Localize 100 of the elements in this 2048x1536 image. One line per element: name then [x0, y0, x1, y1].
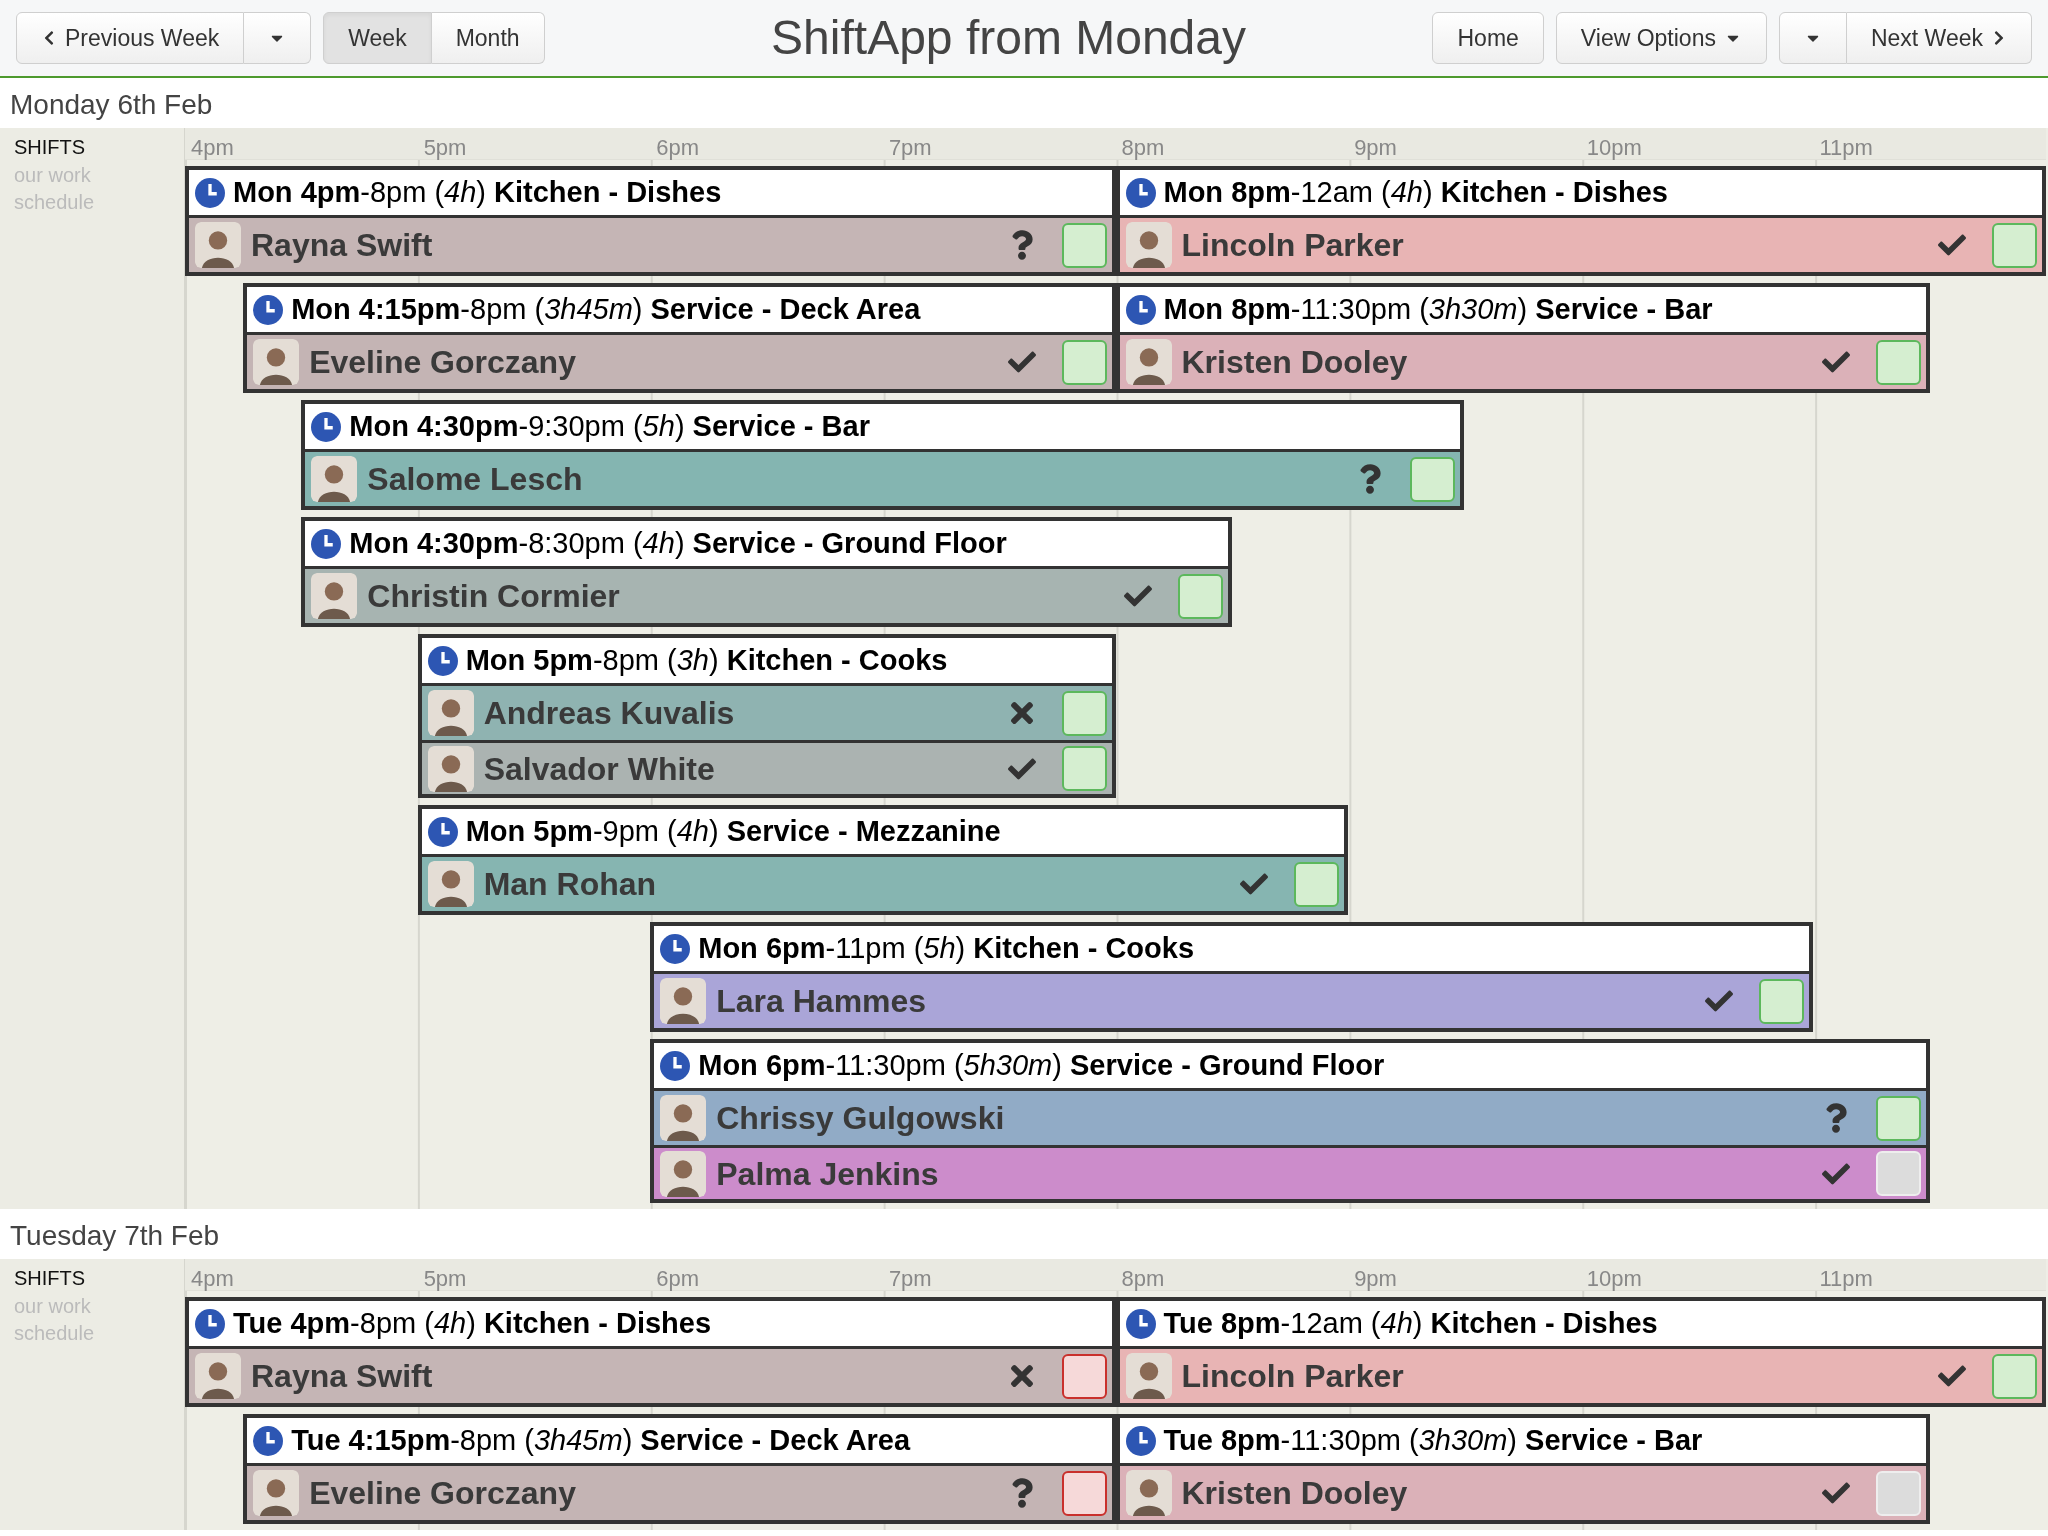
avatar-icon [311, 573, 358, 619]
person-name: Lara Hammes [716, 982, 928, 1021]
confirm-checkbox[interactable] [1177, 573, 1223, 619]
clock-icon [660, 933, 691, 964]
dropdown-button[interactable] [1778, 12, 1847, 64]
hour-label: 6pm [655, 1265, 701, 1293]
hour-label: 7pm [887, 134, 933, 162]
person-row[interactable]: Rayna Swift [189, 218, 1112, 272]
section-label: SHIFTS [14, 1266, 87, 1291]
person-row[interactable]: Christin Cormier [305, 569, 1228, 623]
person-row[interactable]: Palma Jenkins [654, 1145, 1926, 1199]
shift-card[interactable]: Tue 4pm-8pm (4h) Kitchen - Dishes Rayna Swift [185, 1297, 1116, 1407]
shift-card[interactable]: Mon 5pm-8pm (3h) Kitchen - Cooks Andreas Kuvalis Salvador White [417, 634, 1116, 798]
shift-card[interactable]: Mon 4:30pm-8:30pm (4h) Service - Ground Floor Christin Cormier [301, 517, 1232, 627]
shift-heading: Mon 8pm-11:30pm (3h30m) Service - Bar [1163, 291, 1713, 327]
shift-heading: Mon 8pm-12am (4h) Kitchen - Dishes [1163, 174, 1668, 210]
clock-icon [253, 1425, 284, 1456]
person-name: Eveline Gorczany [309, 1474, 577, 1513]
shift-card[interactable]: Tue 4:15pm-8pm (3h45m) Service - Deck Area Eveline Gorczany [243, 1414, 1116, 1524]
person-name: Kristen Dooley [1181, 1474, 1409, 1513]
view-tab[interactable]: Week [323, 12, 432, 64]
avatar-icon [1125, 1470, 1172, 1516]
confirm-checkbox[interactable] [1061, 339, 1107, 385]
confirm-checkbox[interactable] [1992, 1353, 2037, 1399]
shift-heading: Mon 5pm-9pm (4h) Service - Mezzanine [465, 813, 1001, 849]
confirm-checkbox[interactable] [1061, 690, 1107, 736]
shift-heading: Mon 6pm-11pm (5h) Kitchen - Cooks [698, 930, 1195, 966]
shift-card[interactable]: Tue 8pm-11:30pm (3h30m) Service - Bar Kristen Dooley [1115, 1414, 1930, 1524]
shift-card[interactable]: Mon 6pm-11pm (5h) Kitchen - Cooks Lara Hammes [650, 922, 1814, 1032]
hour-label: 8pm [1120, 134, 1166, 162]
section-label: SHIFTS [14, 135, 87, 160]
shift-card[interactable]: Mon 4:15pm-8pm (3h45m) Service - Deck Area Eveline Gorczany [243, 283, 1116, 393]
shift-heading: Tue 4pm-8pm (4h) Kitchen - Dishes [233, 1305, 712, 1341]
avatar-icon [253, 339, 300, 385]
view-tab[interactable]: Month [431, 12, 545, 64]
confirm-checkbox[interactable] [1875, 339, 1921, 385]
confirm-checkbox[interactable] [1759, 978, 1805, 1024]
person-row[interactable]: Eveline Gorczany [247, 335, 1112, 389]
shift-heading: Mon 4:30pm-9:30pm (5h) Service - Bar [349, 408, 870, 444]
shift-heading: Mon 5pm-8pm (3h) Kitchen - Cooks [465, 642, 948, 678]
shift-card[interactable]: Mon 4pm-8pm (4h) Kitchen - Dishes Rayna Swift [185, 166, 1116, 276]
person-row[interactable]: Salvador White [421, 740, 1112, 794]
hour-label: 9pm [1353, 1265, 1398, 1293]
hour-label: 5pm [422, 134, 468, 162]
person-row[interactable]: Man Rohan [421, 857, 1345, 911]
confirm-checkbox[interactable] [1061, 222, 1107, 268]
hour-label: 8pm [1120, 1265, 1166, 1293]
shift-card[interactable]: Mon 8pm-11:30pm (3h30m) Service - Bar Kristen Dooley [1115, 283, 1930, 393]
clock-icon [1125, 1425, 1156, 1456]
day-title: Tuesday 7th Feb [9, 1219, 221, 1253]
hour-label: 11pm [1818, 1265, 1874, 1293]
person-row[interactable]: Kristen Dooley [1119, 1466, 1926, 1520]
shift-card[interactable]: Mon 8pm-12am (4h) Kitchen - Dishes Lincoln Parker [1115, 166, 2046, 276]
shift-heading: Tue 4:15pm-8pm (3h45m) Service - Deck Area [291, 1422, 911, 1458]
hour-label: 10pm [1585, 134, 1643, 162]
clock-icon [311, 528, 342, 559]
confirm-checkbox[interactable] [1061, 1470, 1107, 1516]
person-row[interactable]: Lincoln Parker [1119, 1349, 2042, 1403]
person-row[interactable]: Andreas Kuvalis [421, 686, 1112, 740]
avatar-icon [195, 222, 241, 268]
clock-icon [427, 645, 458, 676]
shift-heading: Mon 4:15pm-8pm (3h45m) Service - Deck Area [291, 291, 921, 327]
person-row[interactable]: Salome Lesch [305, 452, 1461, 506]
page-title: ShiftApp from Monday [771, 10, 1246, 66]
person-name: Eveline Gorczany [309, 343, 577, 382]
person-row[interactable]: Kristen Dooley [1119, 335, 1926, 389]
hour-label: 4pm [190, 134, 235, 162]
shift-card[interactable]: Mon 5pm-9pm (4h) Service - Mezzanine Man Rohan [417, 805, 1349, 915]
shift-card[interactable]: Mon 6pm-11:30pm (5h30m) Service - Ground Floor Chrissy Gulgowski Palma Jenkins [650, 1039, 1930, 1203]
avatar-icon [660, 1095, 707, 1141]
avatar-icon [1125, 339, 1172, 385]
confirm-checkbox[interactable] [1061, 1353, 1107, 1399]
confirm-checkbox[interactable] [1061, 746, 1107, 791]
confirm-checkbox[interactable] [1294, 861, 1340, 907]
view-options-button[interactable]: View Options [1555, 12, 1767, 64]
avatar-icon [660, 1150, 707, 1197]
next-week-button[interactable]: Next Week [1846, 12, 2032, 64]
previous-week-button[interactable]: Previous Week [16, 12, 245, 64]
shift-card[interactable]: Mon 4:30pm-9:30pm (5h) Service - Bar Salome Lesch [301, 400, 1465, 510]
person-row[interactable]: Lara Hammes [654, 974, 1810, 1028]
person-name: Chrissy Gulgowski [716, 1099, 1006, 1138]
clock-icon [660, 1050, 691, 1081]
clock-icon [311, 411, 342, 442]
person-name: Kristen Dooley [1181, 343, 1409, 382]
shift-card[interactable]: Tue 8pm-12am (4h) Kitchen - Dishes Lincoln Parker [1115, 1297, 2046, 1407]
person-name: Palma Jenkins [716, 1154, 940, 1194]
avatar-icon [1125, 222, 1172, 268]
person-row[interactable]: Lincoln Parker [1119, 218, 2042, 272]
confirm-checkbox[interactable] [1992, 222, 2037, 268]
confirm-checkbox[interactable] [1410, 456, 1456, 502]
person-row[interactable]: Chrissy Gulgowski [654, 1091, 1926, 1145]
home-button[interactable]: Home [1432, 12, 1544, 64]
dropdown-button[interactable] [244, 12, 312, 64]
hour-label: 4pm [190, 1265, 235, 1293]
person-row[interactable]: Eveline Gorczany [247, 1466, 1112, 1520]
shift-heading: Tue 8pm-12am (4h) Kitchen - Dishes [1163, 1305, 1658, 1341]
person-row[interactable]: Rayna Swift [189, 1349, 1112, 1403]
hour-label: 6pm [655, 134, 701, 162]
hour-label: 11pm [1818, 134, 1874, 162]
confirm-checkbox[interactable] [1875, 1095, 1921, 1141]
